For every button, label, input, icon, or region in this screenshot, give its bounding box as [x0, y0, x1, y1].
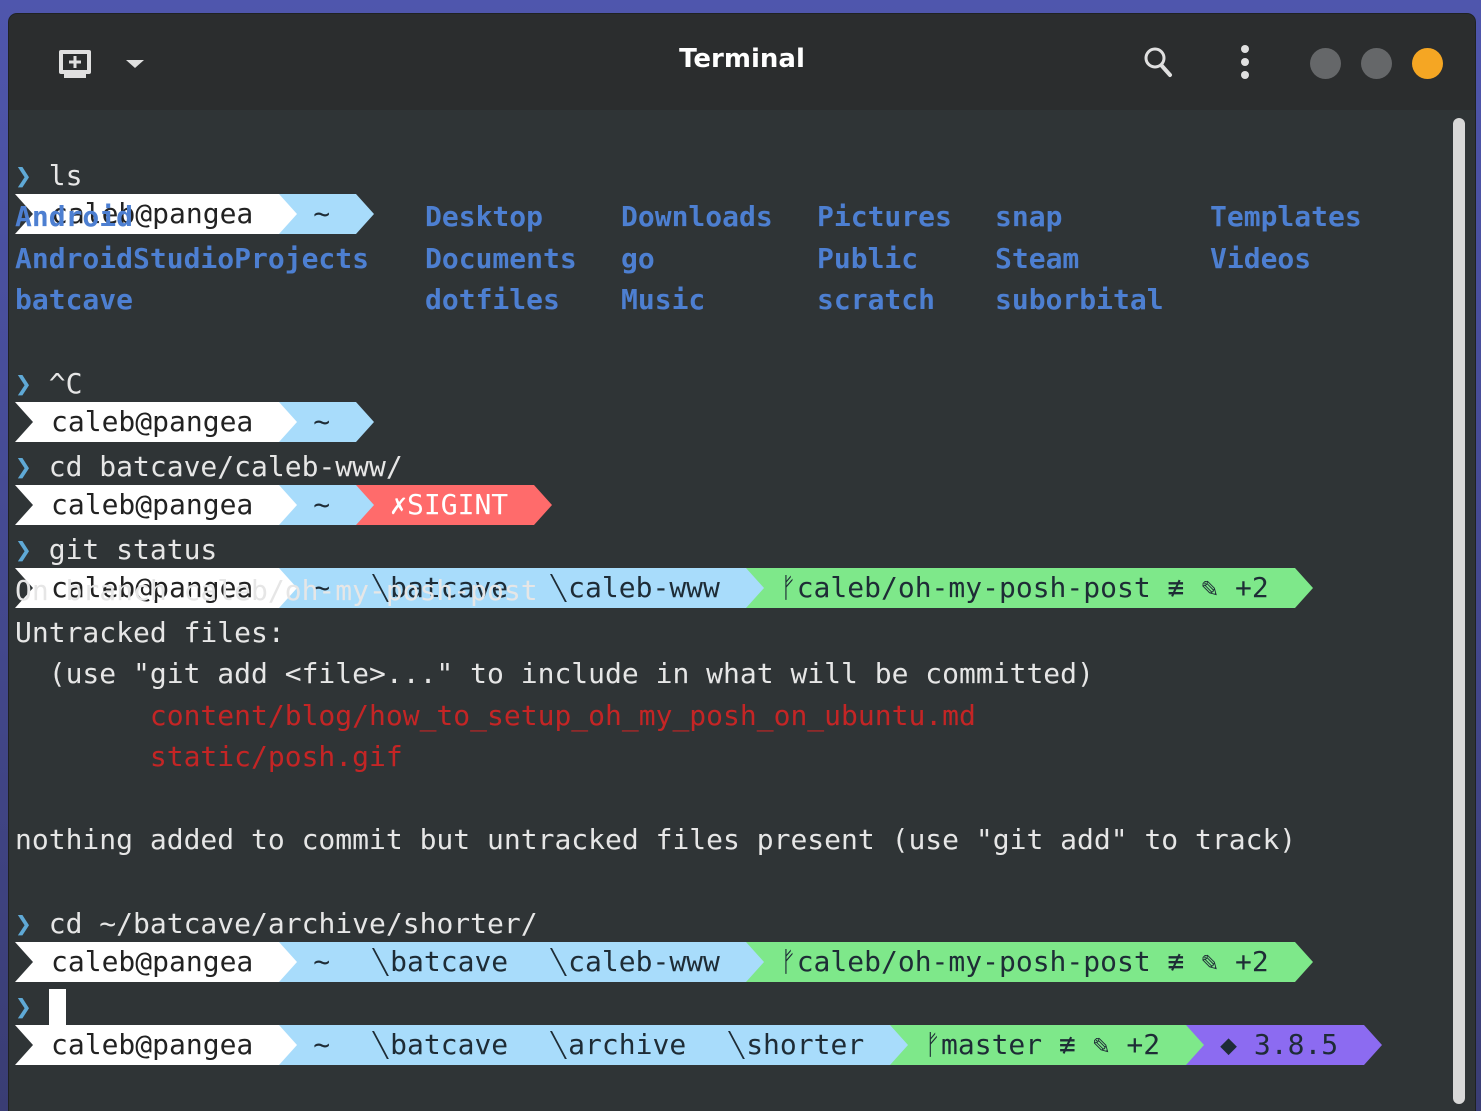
prompt-git-segment: ᚠcaleb/oh-my-posh-post ≢ ✎ +2 [745, 568, 1295, 608]
maximize-button[interactable] [1361, 48, 1392, 79]
output-line: Untracked files: [15, 616, 285, 649]
ls-entry: go [621, 242, 655, 275]
command-line: ❯ cd batcave/caleb-www/ [15, 450, 403, 483]
ls-entry: Pictures [817, 200, 952, 233]
prompt-home-segment: ~ [279, 1025, 357, 1065]
search-icon[interactable] [1141, 44, 1175, 80]
terminal-content[interactable]: caleb@pangea ~ ❯ ls Android Desktop Down… [9, 110, 1449, 1111]
prompt-home-segment: ~ [279, 194, 357, 234]
command-line: ❯ ^C [15, 367, 83, 400]
prompt-user-segment: caleb@pangea [15, 1025, 280, 1065]
ls-entry: snap [995, 200, 1063, 233]
ls-entry: Documents [425, 242, 577, 275]
command-line[interactable]: ❯ [15, 987, 66, 1027]
prompt-line: caleb@pangea ~ [15, 114, 375, 234]
prompt-path-segment: caleb-www [534, 568, 746, 608]
minimize-button[interactable] [1310, 48, 1341, 79]
command-text: cd ~/batcave/archive/shorter/ [48, 907, 538, 940]
ls-entry: Templates [1210, 200, 1362, 233]
output-line: On branch caleb/oh-my-posh-post [15, 574, 538, 607]
ls-entry: Videos [1210, 242, 1312, 275]
close-button[interactable] [1412, 48, 1443, 79]
untracked-file: content/blog/how_to_setup_oh_my_posh_on_… [15, 699, 976, 732]
text-cursor [48, 989, 66, 1027]
command-text: ls [48, 159, 83, 192]
output-line: nothing added to commit but untracked fi… [15, 823, 1297, 856]
ls-entry: Steam [995, 242, 1080, 275]
output-line: (use "git add <file>..." to include in w… [15, 657, 1094, 690]
prompt-path-segment: archive [534, 1025, 713, 1065]
kebab-menu-icon[interactable] [1234, 42, 1256, 82]
prompt-line: caleb@pangea ~ [15, 322, 375, 442]
command-text: cd batcave/caleb-www/ [48, 450, 403, 483]
ls-entry: Music [621, 283, 706, 316]
prompt-line: caleb@pangea ~ ✗SIGINT [15, 405, 553, 525]
prompt-line: caleb@pangea ~ batcave caleb-www ᚠcaleb/… [15, 862, 1313, 982]
command-line: ❯ cd ~/batcave/archive/shorter/ [15, 907, 538, 940]
ls-entry: Android [15, 200, 134, 233]
title-bar: Terminal [9, 14, 1475, 110]
ls-entry: scratch [817, 283, 936, 316]
terminal-window: Terminal caleb@pangea ~ ❯ ls Android Des… [9, 14, 1475, 1111]
ls-entry: AndroidStudioProjects [15, 242, 370, 275]
prompt-path-segment: shorter [712, 1025, 891, 1065]
ls-entry: Public [817, 242, 919, 275]
untracked-file: static/posh.gif [15, 740, 403, 773]
prompt-python-segment: ◆ 3.8.5 [1186, 1025, 1365, 1065]
command-line: ❯ ls [15, 159, 83, 192]
ls-entry: dotfiles [425, 283, 560, 316]
command-text: git status [48, 533, 218, 566]
command-line: ❯ git status [15, 533, 218, 566]
ls-entry: suborbital [995, 283, 1164, 316]
prompt-path-segment: batcave [356, 1025, 535, 1065]
command-text: ^C [48, 367, 83, 400]
prompt-git-segment: ᚠmaster ≢ ✎ +2 [890, 1025, 1187, 1065]
prompt-line: caleb@pangea ~ batcave archive shorter ᚠ… [15, 945, 1383, 1065]
scrollbar[interactable] [1453, 118, 1465, 1104]
ls-entry: Desktop [425, 200, 544, 233]
ls-entry: batcave [15, 283, 134, 316]
ls-entry: Downloads [621, 200, 773, 233]
prompt-line: caleb@pangea ~ batcave caleb-www ᚠcaleb/… [15, 488, 1313, 608]
